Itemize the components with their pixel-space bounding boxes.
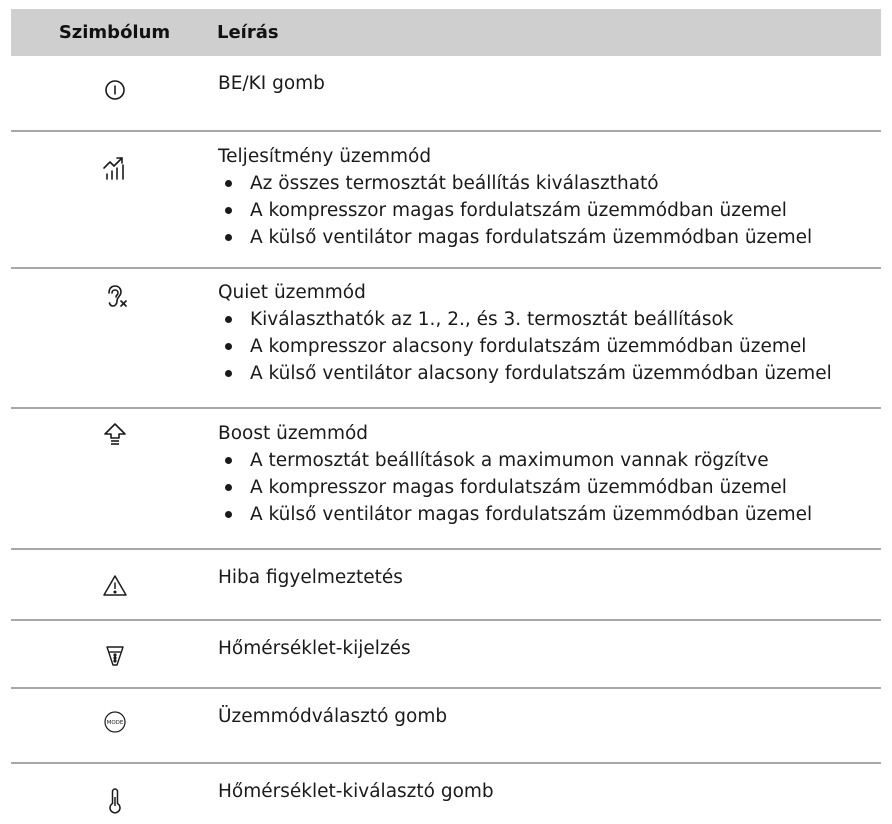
table-header: Szimbólum Leírás — [11, 9, 881, 56]
row-description: BE/KI gomb — [218, 70, 325, 97]
row-description: Hiba figyelmeztetés — [218, 564, 403, 591]
row-description: Boost üzemmód A termosztát beállítások a… — [218, 420, 812, 528]
table-row: MODE Üzemmódválasztó gomb — [11, 689, 881, 764]
column-header-symbol: Szimbólum — [58, 22, 171, 43]
row-description: Hőmérséklet-kiválasztó gomb — [218, 778, 494, 805]
table-row: Hőmérséklet-kijelzés — [11, 621, 881, 689]
mode-button-icon: MODE — [11, 710, 218, 734]
table-row: Hőmérséklet-kiválasztó gomb — [11, 764, 881, 824]
list-item: A külső ventilátor alacsony fordulatszám… — [218, 360, 832, 387]
row-title: Hiba figyelmeztetés — [218, 567, 403, 588]
row-title: Hőmérséklet-kiválasztó gomb — [218, 781, 494, 802]
row-title: BE/KI gomb — [218, 73, 325, 94]
list-item: Az összes termosztát beállítás kiválaszt… — [218, 170, 812, 197]
row-description: Hőmérséklet-kijelzés — [218, 635, 411, 662]
temperature-scale-icon — [11, 644, 218, 668]
row-description: Quiet üzemmód Kiválaszthatók az 1., 2., … — [218, 279, 832, 387]
list-item: A kompresszor alacsony fordulatszám üzem… — [218, 333, 832, 360]
performance-chart-icon — [11, 154, 218, 182]
bullet-list: Az összes termosztát beállítás kiválaszt… — [218, 170, 812, 251]
table-row: Hiba figyelmeztetés — [11, 550, 881, 621]
row-title: Boost üzemmód — [218, 423, 369, 444]
bullet-list: Kiválaszthatók az 1., 2., és 3. termoszt… — [218, 306, 832, 387]
quiet-ear-icon — [11, 283, 218, 311]
list-item: A termosztát beállítások a maximumon van… — [218, 447, 812, 474]
power-icon — [11, 78, 218, 102]
list-item: A kompresszor magas fordulatszám üzemmód… — [218, 197, 812, 224]
table-row: Quiet üzemmód Kiválaszthatók az 1., 2., … — [11, 269, 881, 409]
symbol-table: Szimbólum Leírás BE/KI gomb Teljesítmény… — [11, 9, 881, 824]
thermometer-icon — [11, 788, 218, 814]
row-title: Teljesítmény üzemmód — [218, 146, 432, 167]
list-item: A kompresszor magas fordulatszám üzemmód… — [218, 474, 812, 501]
list-item: Kiválaszthatók az 1., 2., és 3. termoszt… — [218, 306, 832, 333]
column-header-description: Leírás — [217, 22, 279, 43]
mode-icon-label: MODE — [106, 720, 123, 726]
row-description: Üzemmódválasztó gomb — [218, 703, 447, 730]
bullet-list: A termosztát beállítások a maximumon van… — [218, 447, 812, 528]
list-item: A külső ventilátor magas fordulatszám üz… — [218, 501, 812, 528]
row-description: Teljesítmény üzemmód Az összes termosztá… — [218, 143, 812, 251]
row-title: Hőmérséklet-kijelzés — [218, 638, 411, 659]
row-title: Quiet üzemmód — [218, 282, 366, 303]
table-row: Boost üzemmód A termosztát beállítások a… — [11, 409, 881, 550]
list-item: A külső ventilátor magas fordulatszám üz… — [218, 224, 812, 251]
table-row: Teljesítmény üzemmód Az összes termosztá… — [11, 132, 881, 269]
boost-arrow-icon — [11, 422, 218, 448]
warning-triangle-icon — [11, 574, 218, 598]
table-row: BE/KI gomb — [11, 56, 881, 132]
row-title: Üzemmódválasztó gomb — [218, 706, 448, 727]
